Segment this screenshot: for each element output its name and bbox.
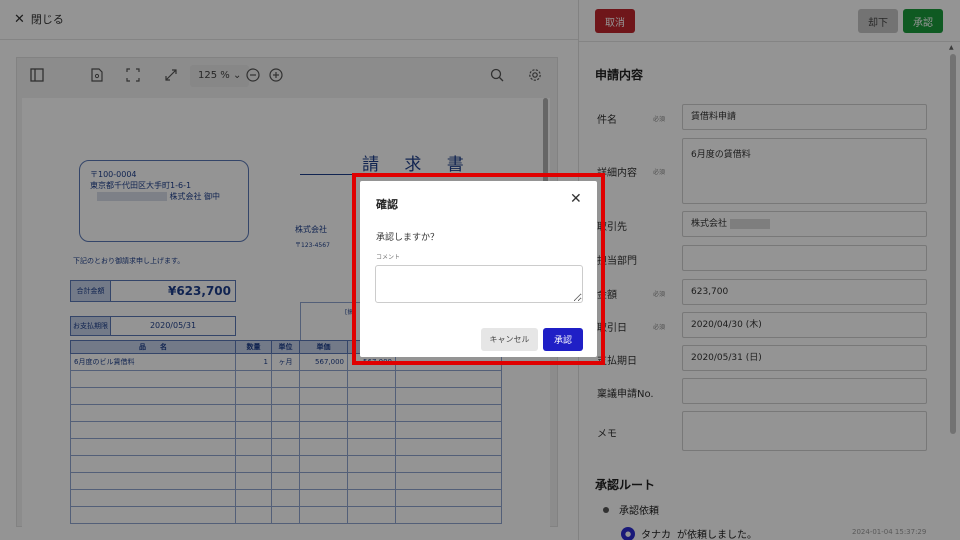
comment-label: コメント (376, 254, 401, 261)
dialog-approve-button[interactable]: 承認 (543, 328, 583, 351)
dialog-title: 確認 (376, 198, 398, 211)
comment-input[interactable] (375, 265, 583, 303)
confirm-dialog: 確認 ✕ 承認しますか？ コメント キャンセル 承認 (360, 181, 597, 357)
close-icon[interactable]: ✕ (570, 191, 582, 207)
dialog-cancel-button[interactable]: キャンセル (481, 328, 538, 351)
dialog-question: 承認しますか？ (376, 233, 440, 243)
